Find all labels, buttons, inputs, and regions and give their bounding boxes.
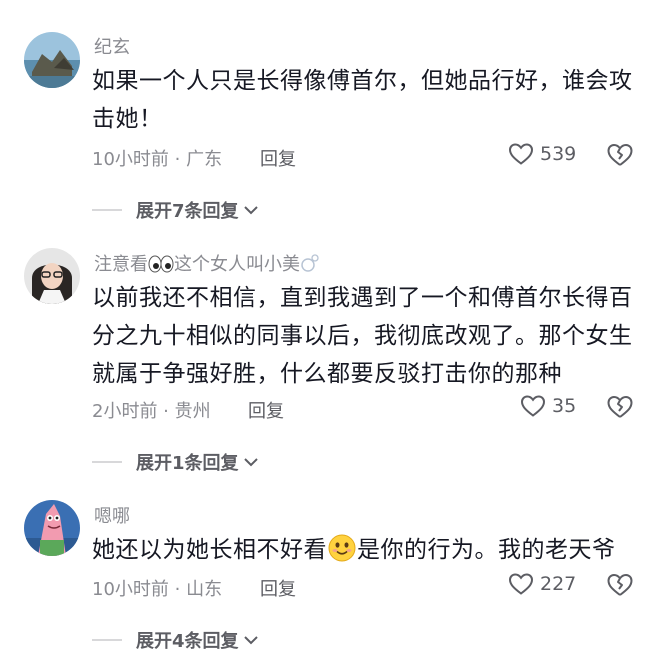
- username[interactable]: 嗯哪: [94, 502, 130, 528]
- divider-line: [92, 209, 122, 211]
- divider-line: [92, 639, 122, 641]
- comment-meta: 10小时前 · 山东: [92, 579, 223, 600]
- like-count: 227: [540, 573, 577, 595]
- comment-meta: 10小时前 · 广东: [92, 149, 223, 170]
- eyes-emoji-icon: [148, 255, 174, 273]
- like-button[interactable]: 539: [508, 142, 576, 166]
- expand-replies-label: 展开7条回复: [136, 201, 239, 222]
- dislike-button[interactable]: [606, 142, 636, 168]
- divider-line: [92, 461, 122, 463]
- smiling-face-emoji-icon: [328, 534, 356, 562]
- dislike-button[interactable]: [606, 572, 636, 598]
- dislike-button[interactable]: [606, 394, 636, 420]
- comment-text: 如果一个人只是长得像傅首尔，但她品行好，谁会攻 击她！: [92, 62, 640, 138]
- reply-button[interactable]: 回复: [260, 145, 296, 171]
- reply-button[interactable]: 回复: [260, 575, 296, 601]
- like-button[interactable]: 227: [508, 572, 576, 596]
- broken-heart-icon: [607, 574, 633, 596]
- broken-heart-icon: [607, 396, 633, 418]
- comment-text-line: 击她！: [92, 106, 163, 132]
- username[interactable]: 纪玄: [94, 33, 130, 59]
- expand-replies-button[interactable]: 展开1条回复: [92, 449, 259, 475]
- expand-replies-button[interactable]: 展开4条回复: [92, 627, 259, 653]
- heart-outline-icon: [520, 395, 546, 417]
- like-button[interactable]: 35: [520, 394, 576, 418]
- avatar[interactable]: [24, 32, 80, 88]
- like-count: 539: [540, 143, 577, 165]
- bubbles-emoji-icon: [301, 254, 319, 272]
- username-prefix: 注意看: [94, 254, 148, 275]
- heart-outline-icon: [508, 573, 534, 595]
- expand-replies-label: 展开1条回复: [136, 453, 239, 474]
- username[interactable]: 注意看 这个女人叫小美: [94, 250, 320, 276]
- comment-text-line: 就属于争强好胜，什么都要反驳打击你的那种: [92, 361, 562, 387]
- expand-replies-label: 展开4条回复: [136, 631, 239, 652]
- comment-text-line: 以前我还不相信，直到我遇到了一个和傅首尔长得百: [92, 285, 633, 311]
- username-suffix: 这个女人叫小美: [174, 254, 300, 275]
- reply-button[interactable]: 回复: [248, 397, 284, 423]
- comment-text-part: 她还以为她长相不好看: [92, 537, 327, 563]
- comment-meta: 2小时前 · 贵州: [92, 401, 211, 422]
- like-count: 35: [552, 395, 577, 417]
- comment-text-part: 是你的行为。我的老天爷: [357, 537, 616, 563]
- comment-text: 以前我还不相信，直到我遇到了一个和傅首尔长得百 分之九十相似的同事以后，我彻底改…: [92, 279, 640, 393]
- avatar[interactable]: [24, 500, 80, 556]
- chevron-down-icon: [243, 206, 258, 215]
- chevron-down-icon: [243, 458, 258, 467]
- comment-text-line: 分之九十相似的同事以后，我彻底改观了。那个女生: [92, 323, 633, 349]
- broken-heart-icon: [607, 144, 633, 166]
- comment-text-line: 如果一个人只是长得像傅首尔，但她品行好，谁会攻: [92, 68, 633, 94]
- comment-text: 她还以为她长相不好看 是你的行为。我的老天爷: [92, 531, 640, 569]
- chevron-down-icon: [243, 636, 258, 645]
- heart-outline-icon: [508, 143, 534, 165]
- expand-replies-button[interactable]: 展开7条回复: [92, 197, 259, 223]
- avatar[interactable]: [24, 248, 80, 304]
